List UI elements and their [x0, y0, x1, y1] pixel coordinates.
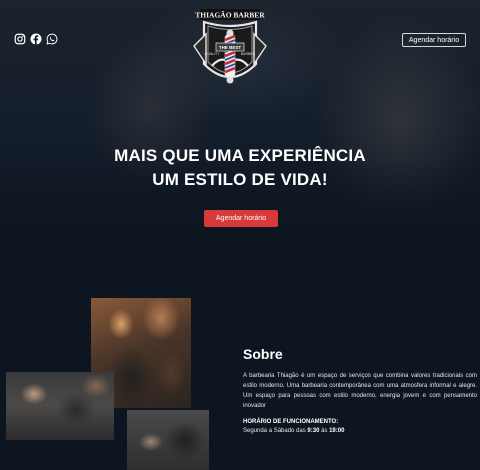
- social-links: [14, 33, 58, 45]
- barbershop-photo-beard: [127, 410, 209, 470]
- book-appointment-button-hero[interactable]: Agendar horário: [204, 210, 278, 227]
- facebook-icon[interactable]: [30, 33, 42, 45]
- opening-hours-label: HORÁRIO DE FUNCIONAMENTO:: [243, 419, 339, 425]
- whatsapp-icon[interactable]: [46, 33, 58, 45]
- book-appointment-button-header[interactable]: Agendar horário: [402, 33, 466, 47]
- about-title: Sobre: [243, 346, 283, 362]
- opening-hours-text: Segunda a Sábado das 9:30 às 19:00: [243, 428, 344, 434]
- about-description: A barbearia Thiagão é um espaço de servi…: [243, 373, 477, 409]
- logo-ribbon-text: THE BEST: [219, 45, 242, 50]
- hours-open: 9:30: [307, 428, 320, 434]
- logo-right-badge: BARBER: [241, 52, 256, 56]
- hero-headline-line2: UM ESTILO DE VIDA!: [152, 170, 328, 189]
- hero-headline-line1: MAIS QUE UMA EXPERIÊNCIA: [114, 146, 366, 165]
- hours-close: 19:00: [329, 428, 345, 434]
- instagram-icon[interactable]: [14, 33, 26, 45]
- brand-logo[interactable]: THIAGÃO BARBER THE BEST QUALITY BARBER: [190, 4, 270, 92]
- logo-brand-text: THIAGÃO BARBER: [195, 11, 265, 20]
- hero-headline: MAIS QUE UMA EXPERIÊNCIA UM ESTILO DE VI…: [0, 144, 480, 192]
- barbershop-photo-haircut: [6, 372, 114, 440]
- hours-join: às: [319, 428, 330, 434]
- hours-prefix: Segunda a Sábado das: [243, 428, 308, 434]
- logo-left-badge: QUALITY: [205, 52, 221, 56]
